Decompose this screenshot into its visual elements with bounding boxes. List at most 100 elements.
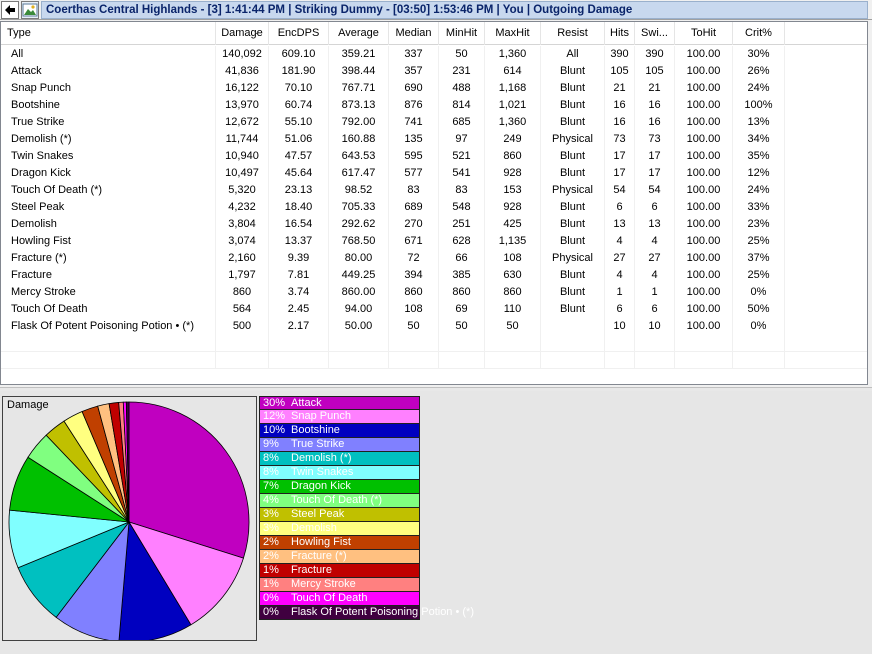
empty-row <box>1 352 867 369</box>
cell-hits: 17 <box>605 165 635 182</box>
empty-cell <box>541 335 605 352</box>
table-header: Type Damage ⌄ EncDPS Average Median MinHit MaxH… <box>1 22 867 45</box>
table-row[interactable]: Attack 41,836 181.90 398.44 357 231 614 Blunt 10… <box>1 63 867 80</box>
cell-hits: 21 <box>605 80 635 97</box>
cell-swings: 16 <box>635 114 675 131</box>
cell-type: All <box>1 46 216 63</box>
table-row[interactable]: Bootshine 13,970 60.74 873.13 876 814 1,021 Blu… <box>1 97 867 114</box>
legend-label: Touch Of Death <box>291 592 368 604</box>
cell-maxhit: 928 <box>485 165 541 182</box>
empty-cell <box>389 335 439 352</box>
cell-average: 94.00 <box>329 301 389 318</box>
cell-resist: Blunt <box>541 199 605 216</box>
empty-cell <box>269 352 329 369</box>
cell-damage: 10,940 <box>216 148 269 165</box>
cell-tohit: 100.00 <box>675 131 733 148</box>
table-row[interactable]: Howling Fist 3,074 13.37 768.50 671 628 1,135 B… <box>1 233 867 250</box>
column-header-tohit[interactable]: ToHit <box>675 22 733 45</box>
table-row[interactable]: Flask Of Potent Poisoning Potion • (*) 50… <box>1 318 867 335</box>
cell-hits: 17 <box>605 148 635 165</box>
cell-encdps: 23.13 <box>269 182 329 199</box>
cell-hits: 16 <box>605 114 635 131</box>
cell-median: 394 <box>389 267 439 284</box>
back-button[interactable] <box>1 1 19 19</box>
cell-crit: 24% <box>733 80 785 97</box>
damage-table[interactable]: Type Damage ⌄ EncDPS Average Median MinHit MaxH… <box>0 21 868 385</box>
legend-item: 3% Demolish <box>259 522 420 536</box>
column-header-minhit[interactable]: MinHit <box>439 22 485 45</box>
cell-damage: 5,320 <box>216 182 269 199</box>
cell-hits: 1 <box>605 284 635 301</box>
cell-maxhit: 860 <box>485 284 541 301</box>
cell-maxhit: 630 <box>485 267 541 284</box>
cell-maxhit: 1,360 <box>485 114 541 131</box>
legend-item: 8% Demolish (*) <box>259 452 420 466</box>
table-row[interactable]: Mercy Stroke 860 3.74 860.00 860 860 860 Blunt 1… <box>1 284 867 301</box>
cell-damage: 12,672 <box>216 114 269 131</box>
cell-minhit: 685 <box>439 114 485 131</box>
cell-tohit: 100.00 <box>675 182 733 199</box>
table-row[interactable]: Fracture 1,797 7.81 449.25 394 385 630 Blunt 4 4 1… <box>1 267 867 284</box>
column-header-average[interactable]: Average <box>329 22 389 45</box>
cell-type: Fracture (*) <box>1 250 216 267</box>
cell-median: 337 <box>389 46 439 63</box>
encounter-image-icon[interactable] <box>21 1 39 19</box>
column-header-encdps[interactable]: EncDPS <box>269 22 329 45</box>
cell-resist: Physical <box>541 182 605 199</box>
cell-resist: Blunt <box>541 284 605 301</box>
table-row[interactable]: Touch Of Death 564 2.45 94.00 108 69 110 Blunt 6… <box>1 301 867 318</box>
cell-maxhit: 614 <box>485 63 541 80</box>
column-header-type[interactable]: Type <box>1 22 216 45</box>
legend-label: Flask Of Potent Poisoning Potion • (*) <box>291 606 474 618</box>
empty-cell <box>733 335 785 352</box>
table-row[interactable]: True Strike 12,672 55.10 792.00 741 685 1,360 B… <box>1 114 867 131</box>
legend-label: Howling Fist <box>291 536 351 548</box>
table-row[interactable]: All 140,092 609.10 359.21 337 50 1,360 All 390 39… <box>1 46 867 63</box>
empty-cell <box>329 335 389 352</box>
cell-minhit: 69 <box>439 301 485 318</box>
column-header-swings[interactable]: Swi... <box>635 22 675 45</box>
cell-tohit: 100.00 <box>675 46 733 63</box>
legend-item: 3% Steel Peak <box>259 508 420 522</box>
table-row[interactable]: Demolish (*) 11,744 51.06 160.88 135 97 249 Phy… <box>1 131 867 148</box>
table-row[interactable]: Touch Of Death (*) 5,320 23.13 98.52 83 83 153… <box>1 182 867 199</box>
column-header-median[interactable]: Median <box>389 22 439 45</box>
cell-maxhit: 425 <box>485 216 541 233</box>
cell-resist: Blunt <box>541 267 605 284</box>
cell-tohit: 100.00 <box>675 97 733 114</box>
cell-encdps: 3.74 <box>269 284 329 301</box>
legend-item: 1% Mercy Stroke <box>259 578 420 592</box>
table-row[interactable]: Steel Peak 4,232 18.40 705.33 689 548 928 Blunt… <box>1 199 867 216</box>
cell-minhit: 628 <box>439 233 485 250</box>
cell-maxhit: 1,135 <box>485 233 541 250</box>
empty-cell <box>541 352 605 369</box>
cell-resist: All <box>541 46 605 63</box>
table-row[interactable]: Fracture (*) 2,160 9.39 80.00 72 66 108 Physica… <box>1 250 867 267</box>
cell-tohit: 100.00 <box>675 233 733 250</box>
table-row[interactable]: Twin Snakes 10,940 47.57 643.53 595 521 860 Blu… <box>1 148 867 165</box>
column-header-maxhit[interactable]: MaxHit <box>485 22 541 45</box>
legend-label: Demolish <box>291 522 337 534</box>
legend-item: 9% True Strike <box>259 438 420 452</box>
cell-average: 643.53 <box>329 148 389 165</box>
cell-resist: Blunt <box>541 114 605 131</box>
legend-pct: 0% <box>263 606 279 618</box>
table-row[interactable]: Demolish 3,804 16.54 292.62 270 251 425 Blunt 13… <box>1 216 867 233</box>
cell-damage: 13,970 <box>216 97 269 114</box>
cell-average: 792.00 <box>329 114 389 131</box>
table-row[interactable]: Dragon Kick 10,497 45.64 617.47 577 541 928 Blu… <box>1 165 867 182</box>
column-header-hits[interactable]: Hits <box>605 22 635 45</box>
legend-pct: 2% <box>263 536 279 548</box>
cell-resist: Physical <box>541 250 605 267</box>
cell-hits: 16 <box>605 97 635 114</box>
cell-damage: 16,122 <box>216 80 269 97</box>
legend-label: Snap Punch <box>291 410 351 422</box>
cell-type: Bootshine <box>1 97 216 114</box>
column-header-crit[interactable]: Crit% <box>733 22 785 45</box>
legend-pct: 1% <box>263 578 279 590</box>
cell-resist: Blunt <box>541 148 605 165</box>
table-row[interactable]: Snap Punch 16,122 70.10 767.71 690 488 1,168 Bl… <box>1 80 867 97</box>
column-header-resist[interactable]: Resist <box>541 22 605 45</box>
cell-crit: 100% <box>733 97 785 114</box>
cell-minhit: 385 <box>439 267 485 284</box>
